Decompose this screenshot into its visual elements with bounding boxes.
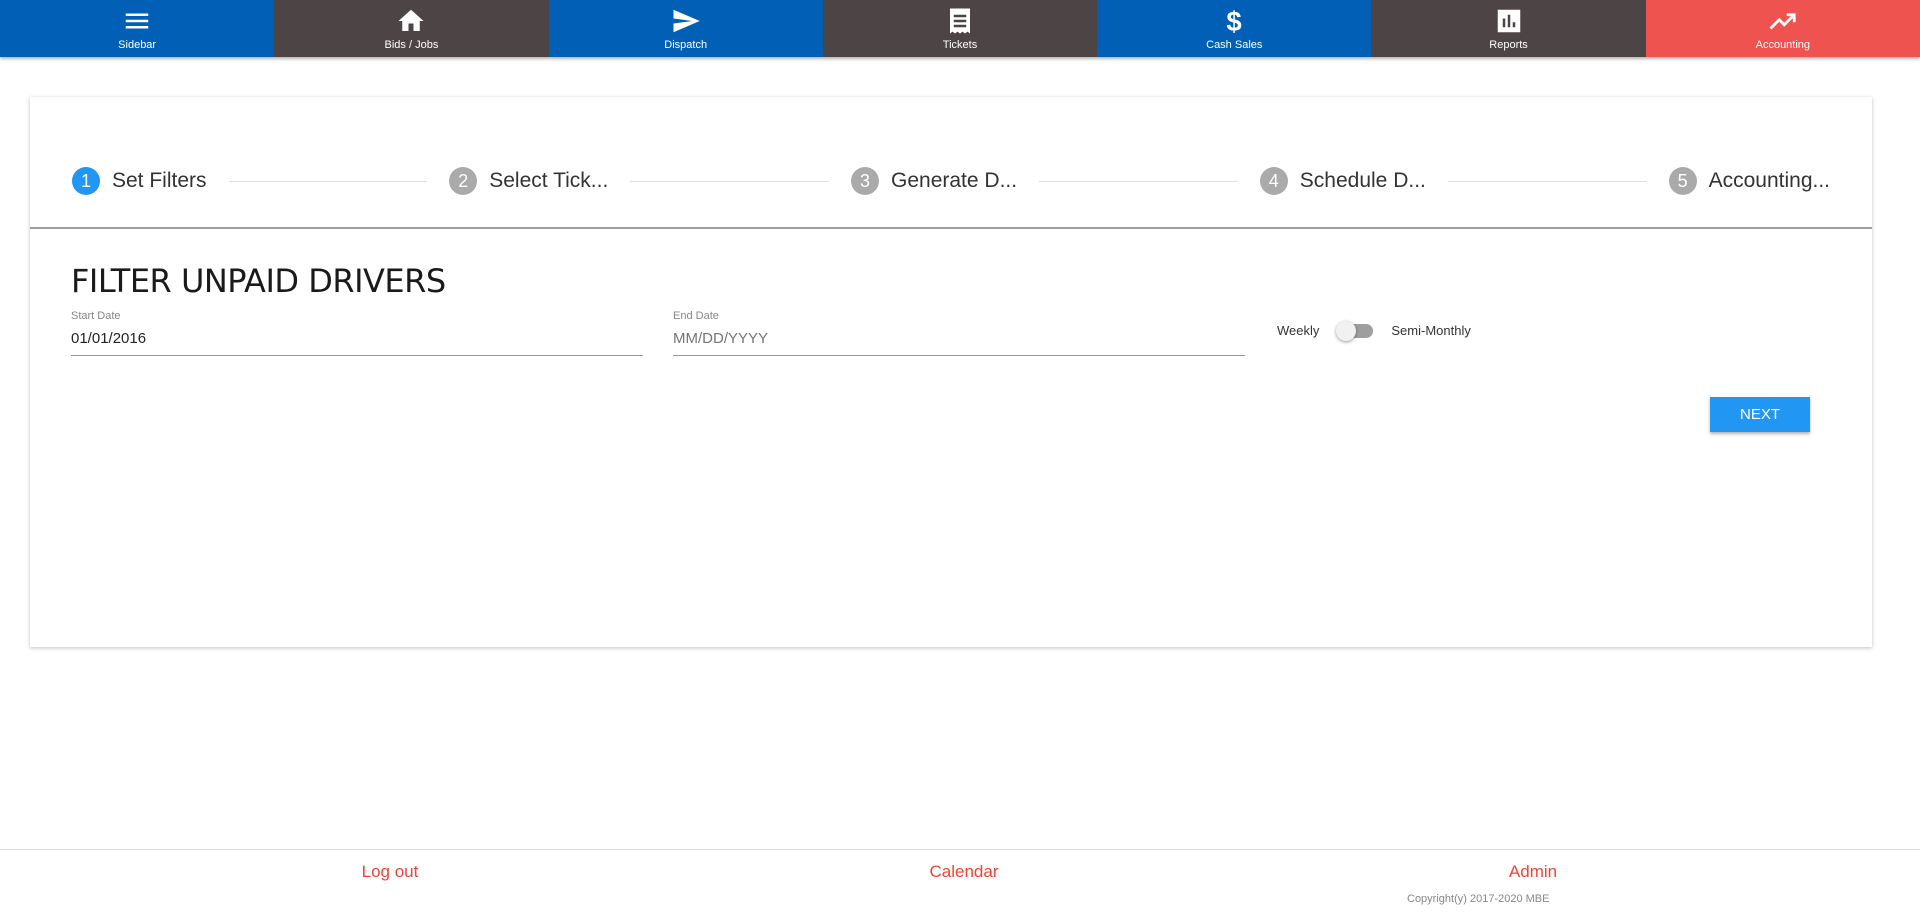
logout-link[interactable]: Log out bbox=[362, 862, 419, 882]
calendar-link[interactable]: Calendar bbox=[930, 862, 999, 882]
next-button[interactable]: NEXT bbox=[1710, 397, 1810, 432]
pay-period-switch[interactable] bbox=[1336, 320, 1374, 341]
top-nav: Sidebar Bids / Jobs Dispatch Tickets $ C… bbox=[0, 0, 1920, 57]
start-date-input[interactable] bbox=[71, 322, 643, 356]
switch-knob bbox=[1336, 320, 1357, 341]
step-number: 5 bbox=[1668, 167, 1697, 195]
nav-reports[interactable]: Reports bbox=[1371, 0, 1646, 57]
semi-monthly-label: Semi-Monthly bbox=[1391, 323, 1471, 338]
start-date-field: Start Date bbox=[71, 310, 643, 356]
step-connector bbox=[630, 180, 830, 182]
step-generate[interactable]: 3 Generate D... bbox=[851, 167, 1017, 195]
step-number: 1 bbox=[72, 167, 100, 195]
dollar-icon: $ bbox=[1227, 6, 1242, 36]
step-number: 2 bbox=[449, 167, 478, 195]
step-number: 4 bbox=[1259, 167, 1288, 195]
end-date-input[interactable] bbox=[673, 322, 1245, 356]
nav-label: Reports bbox=[1489, 39, 1528, 51]
step-connector bbox=[1039, 180, 1238, 182]
nav-cash-sales[interactable]: $ Cash Sales bbox=[1097, 0, 1372, 57]
nav-label: Tickets bbox=[942, 39, 978, 51]
step-connector bbox=[228, 180, 428, 182]
trending-up-icon bbox=[1769, 13, 1796, 30]
step-label: Select Tick... bbox=[489, 169, 609, 192]
step-accounting[interactable]: 5 Accounting... bbox=[1668, 167, 1830, 195]
step-select-tickets[interactable]: 2 Select Tick... bbox=[449, 167, 608, 195]
stepper: 1 Set Filters 2 Select Tick... 3 Generate D… bbox=[30, 97, 1872, 229]
wizard-card: 1 Set Filters 2 Select Tick... 3 Generate D… bbox=[30, 97, 1872, 647]
start-date-label: Start Date bbox=[71, 310, 121, 322]
step-label: Generate D... bbox=[891, 169, 1018, 192]
nav-label: Sidebar bbox=[118, 39, 157, 51]
receipt-icon bbox=[949, 8, 970, 34]
copyright: Copyright(y) 2017-2020 MBE bbox=[1407, 893, 1550, 905]
step-label: Schedule D... bbox=[1299, 169, 1426, 192]
nav-dispatch[interactable]: Dispatch bbox=[548, 0, 823, 57]
nav-accounting[interactable]: Accounting bbox=[1645, 0, 1920, 57]
nav-label: Bids / Jobs bbox=[384, 39, 439, 51]
footer: Log out Calendar Admin Copyright(y) 2017… bbox=[0, 849, 1920, 920]
step-set-filters[interactable]: 1 Set Filters bbox=[72, 167, 207, 195]
step-number: 3 bbox=[851, 167, 880, 195]
nav-bids-jobs[interactable]: Bids / Jobs bbox=[274, 0, 549, 57]
step-label: Accounting... bbox=[1708, 169, 1830, 192]
step-connector bbox=[1447, 180, 1647, 182]
menu-icon bbox=[125, 13, 149, 29]
page-title: FILTER UNPAID DRIVERS bbox=[71, 262, 446, 300]
admin-link[interactable]: Admin bbox=[1509, 862, 1557, 882]
end-date-field: End Date bbox=[673, 310, 1245, 356]
send-icon bbox=[673, 9, 700, 33]
home-icon bbox=[398, 9, 424, 31]
nav-label: Accounting bbox=[1755, 39, 1811, 51]
nav-sidebar[interactable]: Sidebar bbox=[0, 0, 275, 57]
step-label: Set Filters bbox=[112, 169, 207, 192]
weekly-label: Weekly bbox=[1277, 323, 1320, 338]
nav-label: Dispatch bbox=[664, 39, 708, 51]
chart-icon bbox=[1497, 9, 1520, 33]
nav-label: Cash Sales bbox=[1206, 39, 1263, 51]
nav-tickets[interactable]: Tickets bbox=[822, 0, 1098, 57]
svg-text:$: $ bbox=[1227, 6, 1242, 36]
pay-period-toggle: Weekly Semi-Monthly bbox=[1277, 320, 1471, 341]
step-schedule[interactable]: 4 Schedule D... bbox=[1259, 167, 1426, 195]
end-date-label: End Date bbox=[673, 310, 719, 322]
